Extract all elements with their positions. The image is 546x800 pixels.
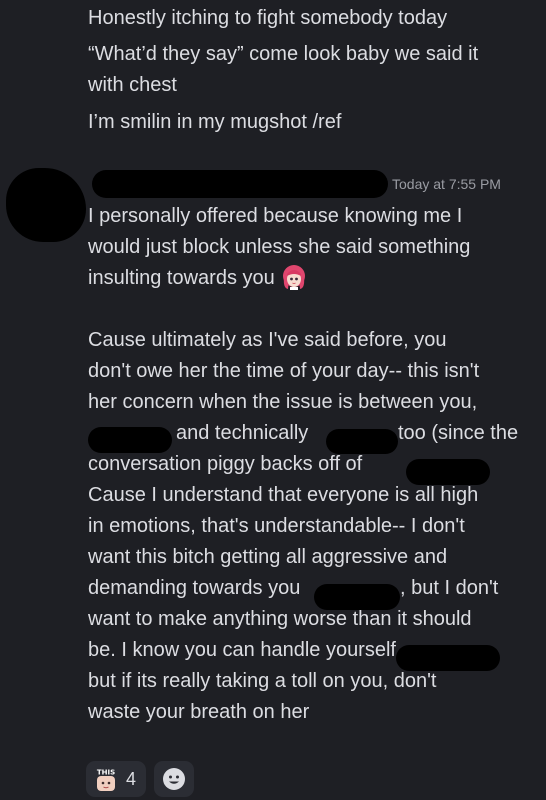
message-line-with-emoji: insulting towards you <box>88 263 307 293</box>
reaction-this-sticker[interactable]: THIS 4 <box>86 761 147 797</box>
pink-hair-girl-emoji-icon <box>281 264 307 290</box>
message-line: waste your breath on her <box>88 701 310 723</box>
message-line: too (since the <box>398 422 519 444</box>
chat-area: Honestly itching to fight somebody today… <box>0 0 546 800</box>
svg-text:THIS: THIS <box>97 769 115 777</box>
message-line: but if its really taking a toll on you, … <box>88 670 437 692</box>
message-line: her concern when the issue is between yo… <box>88 391 478 413</box>
message-line: want this bitch getting all aggressive a… <box>88 546 448 568</box>
message-timestamp: Today at 7:55 PM <box>392 176 501 192</box>
message-line: “What’d they say” come look baby we said… <box>88 43 479 65</box>
redacted-avatar <box>6 168 86 242</box>
message-line: and technically <box>176 422 309 444</box>
message-line: with chest <box>88 74 177 96</box>
add-reaction-button[interactable] <box>154 761 195 797</box>
message-line: demanding towards you <box>88 577 301 599</box>
message-line: , but I don't <box>400 577 499 599</box>
redacted-username <box>92 170 388 198</box>
message-line: be. I know you can handle yourself <box>88 639 396 661</box>
this-sticker-icon: THIS <box>94 767 118 791</box>
reactions-bar: THIS 4 <box>86 761 195 797</box>
smiley-icon <box>163 768 186 790</box>
message-line: I personally offered because knowing me … <box>88 205 463 227</box>
message-line: I’m smilin in my mugshot /ref <box>88 111 342 133</box>
message-text: insulting towards you <box>88 267 275 289</box>
message-line: would just block unless she said somethi… <box>88 236 471 258</box>
message-line: want to make anything worse than it shou… <box>88 608 472 630</box>
message-line: conversation piggy backs off of <box>88 453 363 475</box>
message-line: Cause ultimately as I've said before, yo… <box>88 329 447 351</box>
message-line: in emotions, that's understandable-- I d… <box>88 515 465 537</box>
reaction-count: 4 <box>126 768 137 789</box>
message-line: don't owe her the time of your day-- thi… <box>88 360 480 382</box>
message-line: Honestly itching to fight somebody today <box>88 7 448 29</box>
message-line: Cause I understand that everyone is all … <box>88 484 479 506</box>
